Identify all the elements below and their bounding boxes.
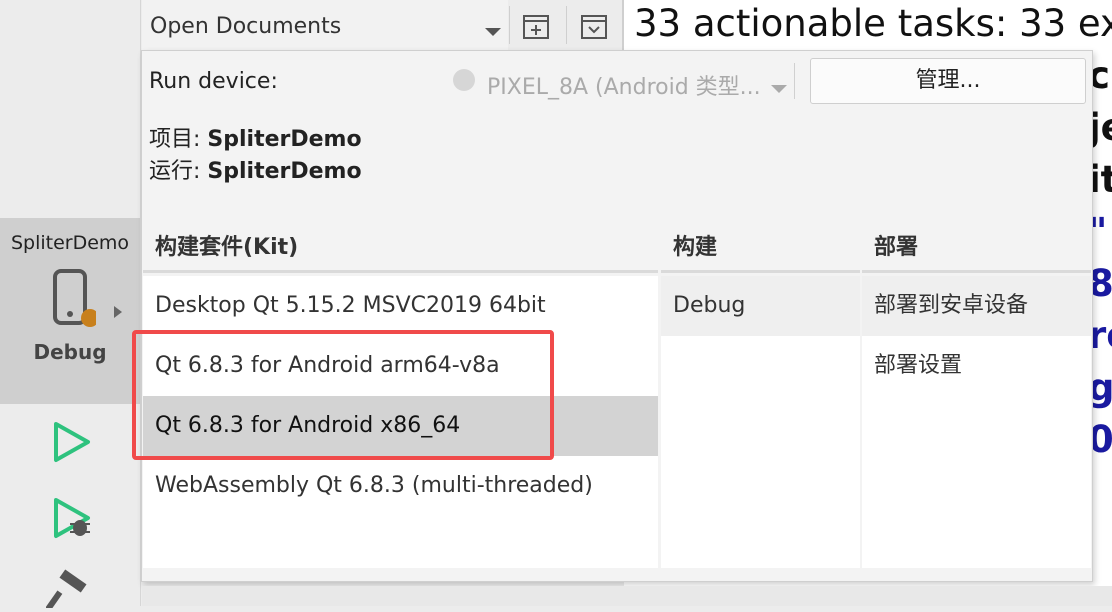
open-documents-dropdown[interactable]: Open Documents bbox=[142, 0, 508, 51]
kit-item[interactable]: Desktop Qt 5.15.2 MSVC2019 64bit bbox=[143, 276, 658, 336]
run-prefix: 运行: bbox=[149, 159, 208, 184]
device-status-icon bbox=[453, 69, 475, 91]
kit-item-selected[interactable]: Qt 6.8.3 for Android x86_64 bbox=[143, 396, 658, 456]
run-device-label: Run device: bbox=[149, 69, 278, 94]
bottom-status-strip bbox=[142, 586, 1112, 606]
output-header-text: 33 actionable tasks: 33 exe bbox=[634, 2, 1112, 45]
kit-item[interactable]: WebAssembly Qt 6.8.3 (multi-threaded) bbox=[143, 456, 658, 516]
kit-column-header: 构建套件(Kit) bbox=[143, 217, 658, 273]
deploy-column-header: 部署 bbox=[862, 217, 1091, 273]
build-list: Debug bbox=[661, 276, 860, 568]
deploy-list: 部署到安卓设备 部署设置 bbox=[862, 276, 1091, 568]
run-value: SpliterDemo bbox=[207, 159, 362, 184]
deploy-item[interactable]: 部署到安卓设备 bbox=[862, 276, 1091, 336]
mode-bar: SpliterDemo Debug bbox=[0, 0, 141, 612]
run-button[interactable] bbox=[50, 420, 94, 468]
project-value: SpliterDemo bbox=[207, 127, 362, 152]
divider bbox=[794, 63, 795, 99]
run-device-dropdown[interactable]: PIXEL_8A (Android 类型... bbox=[487, 69, 761, 101]
expand-arrow-icon[interactable] bbox=[112, 304, 124, 324]
manage-devices-button[interactable]: 管理... bbox=[810, 58, 1086, 104]
toolbar-divider bbox=[566, 6, 567, 44]
close-document-icon[interactable] bbox=[580, 14, 608, 44]
kit-list: Desktop Qt 5.15.2 MSVC2019 64bit Qt 6.8.… bbox=[143, 276, 658, 568]
chevron-down-icon[interactable] bbox=[770, 79, 788, 98]
phone-icon[interactable] bbox=[52, 268, 99, 334]
split-view-icon[interactable] bbox=[522, 14, 550, 44]
debug-run-button[interactable] bbox=[50, 496, 98, 548]
toolbar-divider bbox=[509, 6, 510, 44]
deploy-item[interactable]: 部署设置 bbox=[862, 336, 1091, 396]
build-config-label: Debug bbox=[33, 340, 107, 364]
project-prefix: 项目: bbox=[149, 127, 208, 152]
chevron-down-icon[interactable] bbox=[484, 22, 502, 41]
build-hammer-icon[interactable] bbox=[43, 568, 98, 612]
kit-item[interactable]: Qt 6.8.3 for Android arm64-v8a bbox=[143, 336, 658, 396]
build-item[interactable]: Debug bbox=[661, 276, 860, 336]
project-info: 项目: SpliterDemo bbox=[149, 121, 362, 153]
open-documents-label: Open Documents bbox=[150, 14, 342, 39]
kit-selector-popup: Run device: PIXEL_8A (Android 类型... 管理..… bbox=[141, 50, 1093, 582]
build-column-header: 构建 bbox=[661, 217, 860, 273]
run-info: 运行: SpliterDemo bbox=[149, 153, 362, 185]
project-name-label: SpliterDemo bbox=[10, 232, 130, 254]
